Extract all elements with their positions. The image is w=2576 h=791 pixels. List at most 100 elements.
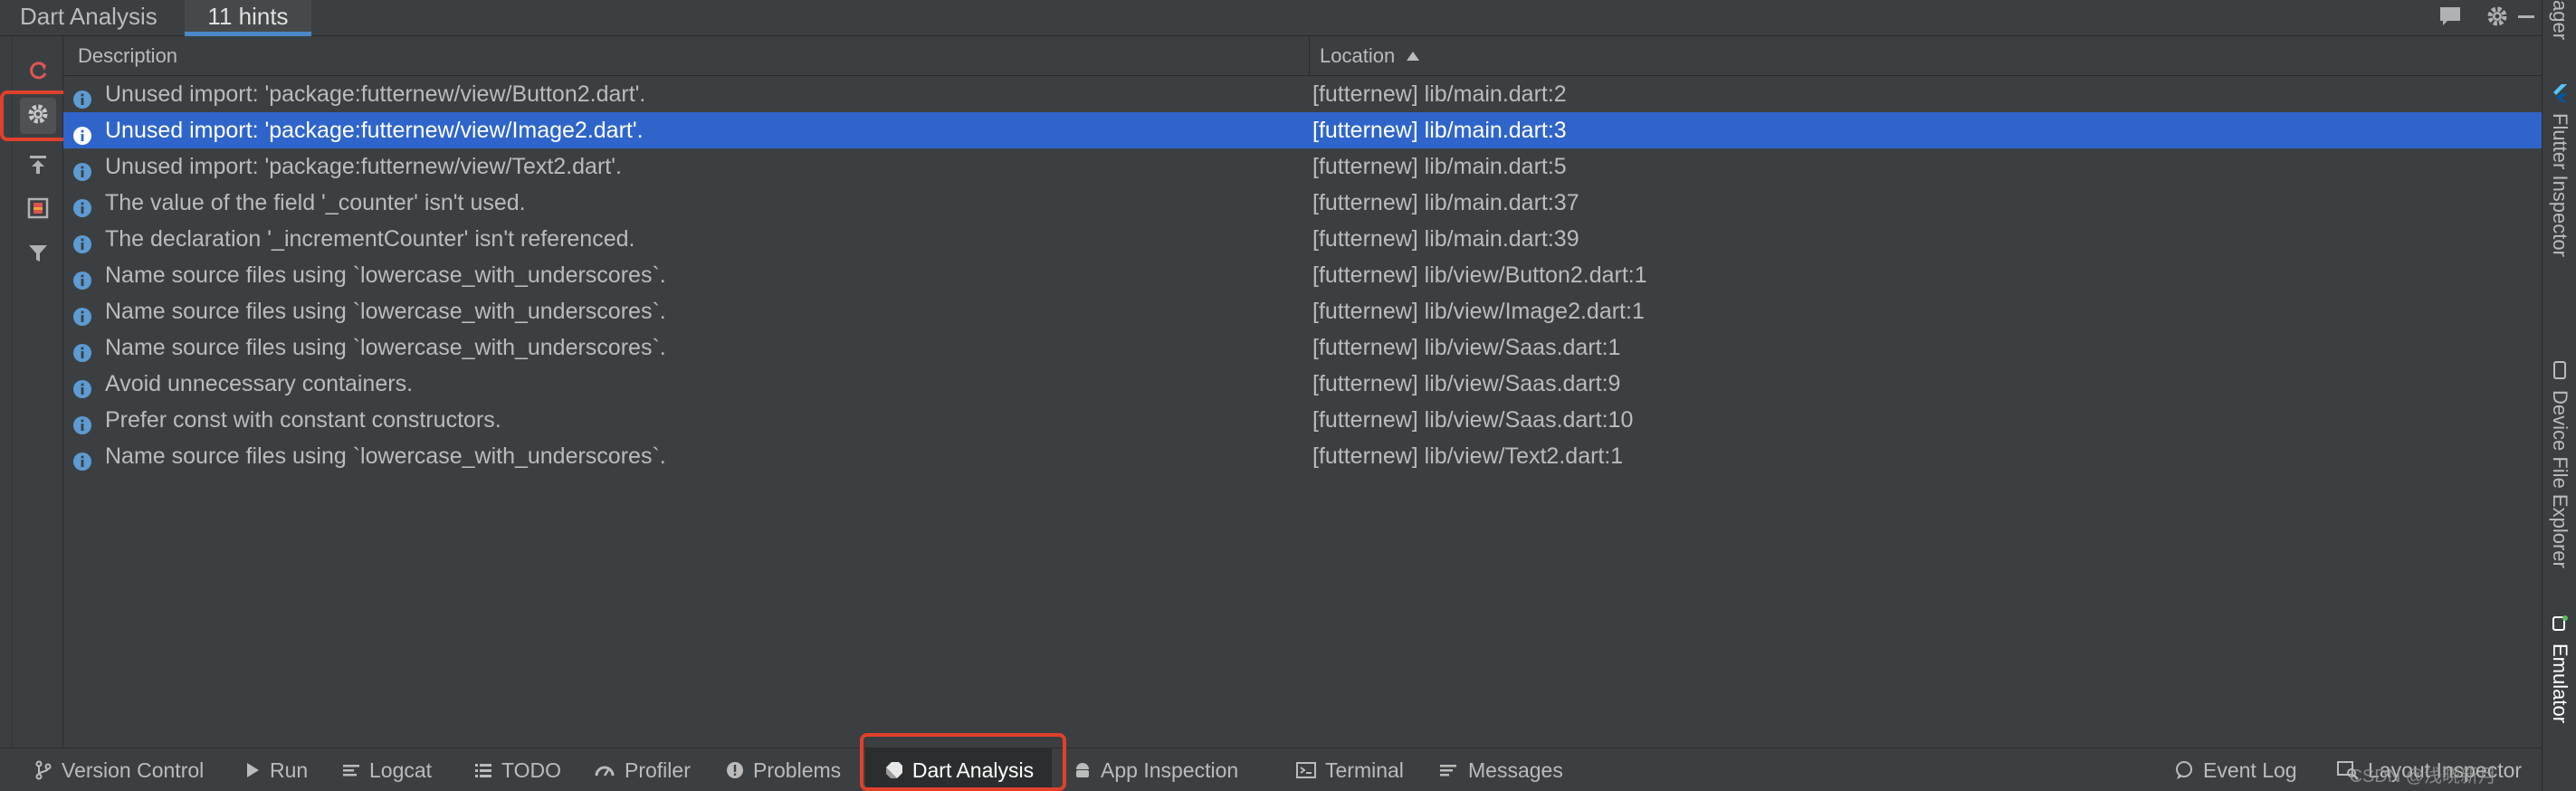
hint-location: [futternew] lib/main.dart:2 <box>1312 81 1567 107</box>
tab-messages[interactable]: Messages <box>1439 748 1563 791</box>
messages-label: Messages <box>1468 758 1563 782</box>
table-body: Unused import: 'package:futternew/view/B… <box>63 76 2542 474</box>
info-icon <box>72 338 92 362</box>
column-header-description[interactable]: Description <box>78 36 1309 76</box>
tab-dart-analysis[interactable]: Dart Analysis <box>865 748 1052 791</box>
emulator-icon <box>2551 614 2569 638</box>
tab-device-manager[interactable]: ager <box>2543 0 2576 40</box>
hint-location: [futternew] lib/view/Saas.dart:1 <box>1312 335 1621 360</box>
table-row[interactable]: Name source files using `lowercase_with_… <box>63 329 2542 366</box>
hint-description: The value of the field '_counter' isn't … <box>105 190 526 215</box>
tab-emulator[interactable]: Emulator <box>2543 614 2576 723</box>
pin-icon <box>26 153 50 181</box>
flutter-icon <box>2551 83 2569 108</box>
device-manager-label: ager <box>2549 0 2571 41</box>
version-control-label: Version Control <box>62 758 205 782</box>
filter-button[interactable] <box>20 237 56 273</box>
table-row[interactable]: The value of the field '_counter' isn't … <box>63 185 2542 221</box>
watermark: CSDN @浅晓新月 <box>2349 767 2496 786</box>
tab-run[interactable]: Run <box>244 748 308 791</box>
gauge-icon <box>595 766 615 777</box>
sort-ascending-icon <box>1406 51 1420 62</box>
location-header-label: Location <box>1320 44 1396 67</box>
info-icon <box>72 120 92 145</box>
flutter-inspector-label: Flutter Inspector <box>2549 113 2571 257</box>
tool-window-title: Dart Analysis <box>20 3 157 30</box>
info-icon <box>72 410 92 434</box>
column-divider[interactable] <box>1309 36 1310 76</box>
left-edge-strip <box>0 36 13 748</box>
column-header-location[interactable]: Location <box>1320 36 1953 76</box>
tab-logcat[interactable]: Logcat <box>342 748 432 791</box>
hint-location: [futternew] lib/view/Saas.dart:9 <box>1312 371 1621 396</box>
tab-profiler[interactable]: Profiler <box>594 748 691 791</box>
table-row[interactable]: Unused import: 'package:futternew/view/I… <box>63 112 2542 148</box>
hint-description: Name source files using `lowercase_with_… <box>105 262 666 288</box>
info-icon <box>72 374 92 398</box>
event-log-label: Event Log <box>2203 758 2297 782</box>
tab-todo[interactable]: TODO <box>474 748 561 791</box>
tab-app-inspection[interactable]: App Inspection <box>1073 748 1238 791</box>
info-icon <box>72 157 92 181</box>
hint-description: Unused import: 'package:futternew/view/B… <box>105 81 646 107</box>
tab-terminal[interactable]: Terminal <box>1296 748 1404 791</box>
messages-icon <box>1440 765 1456 777</box>
hint-description: Unused import: 'package:futternew/view/T… <box>105 154 622 179</box>
list-icon <box>475 764 491 777</box>
table-row[interactable]: Name source files using `lowercase_with_… <box>63 438 2542 474</box>
hint-location: [futternew] lib/view/Image2.dart:1 <box>1312 299 1645 324</box>
tab-device-file-explorer[interactable]: Device File Explorer <box>2543 360 2576 568</box>
hint-location: [futternew] lib/view/Button2.dart:1 <box>1312 262 1647 288</box>
tab-version-control[interactable]: Version Control <box>34 748 204 791</box>
hint-description: Name source files using `lowercase_with_… <box>105 335 666 360</box>
gear-icon[interactable] <box>2482 0 2513 33</box>
tab-event-log[interactable]: Event Log <box>2174 748 2297 791</box>
table-row[interactable]: Unused import: 'package:futternew/view/B… <box>63 76 2542 112</box>
hint-location: [futternew] lib/main.dart:39 <box>1312 226 1579 252</box>
hint-description: The declaration '_incrementCounter' isn'… <box>105 226 635 252</box>
dart-icon <box>885 762 902 778</box>
table-row[interactable]: Prefer const with constant constructors.… <box>63 402 2542 438</box>
preview-button[interactable] <box>20 192 56 228</box>
table-row[interactable]: Unused import: 'package:futternew/view/T… <box>63 148 2542 185</box>
comment-icon[interactable] <box>2435 0 2466 33</box>
info-icon <box>72 84 92 109</box>
tab-hints[interactable]: 11 hints <box>185 0 311 36</box>
dart-analysis-label: Dart Analysis <box>911 758 1035 782</box>
branch-icon <box>35 760 52 780</box>
run-icon <box>247 763 259 777</box>
preview-icon <box>26 196 50 224</box>
export-button[interactable] <box>20 148 56 185</box>
info-icon <box>72 193 92 217</box>
hint-description: Avoid unnecessary containers. <box>105 371 414 396</box>
problems-label: Problems <box>753 758 842 782</box>
settings-button[interactable] <box>20 98 56 134</box>
info-icon <box>72 229 92 253</box>
hint-location: [futternew] lib/main.dart:3 <box>1312 118 1567 143</box>
tab-problems[interactable]: Problems <box>726 748 841 791</box>
terminal-icon <box>1296 762 1316 778</box>
logcat-icon <box>343 765 359 777</box>
info-icon <box>72 265 92 290</box>
hint-description: Name source files using `lowercase_with_… <box>105 443 666 469</box>
info-icon <box>72 446 92 471</box>
refresh-button[interactable] <box>20 54 56 91</box>
hint-location: [futternew] lib/main.dart:37 <box>1312 190 1579 215</box>
emulator-label: Emulator <box>2549 643 2571 724</box>
table-row[interactable]: Name source files using `lowercase_with_… <box>63 257 2542 293</box>
terminal-label: Terminal <box>1325 758 1404 782</box>
app-inspection-label: App Inspection <box>1101 758 1239 782</box>
table-row[interactable]: The declaration '_incrementCounter' isn'… <box>63 221 2542 257</box>
hint-description: Unused import: 'package:futternew/view/I… <box>105 118 644 143</box>
bottom-tool-bar: Version Control Run Logcat TODO Profiler… <box>0 748 2542 791</box>
minimize-icon[interactable] <box>2513 0 2540 33</box>
table-row[interactable]: Name source files using `lowercase_with_… <box>63 293 2542 329</box>
logcat-label: Logcat <box>369 758 433 782</box>
table-header: Description Location <box>63 36 2542 76</box>
info-icon <box>72 301 92 326</box>
hint-description: Name source files using `lowercase_with_… <box>105 299 666 324</box>
filter-icon <box>26 242 50 270</box>
table-row[interactable]: Avoid unnecessary containers. [futternew]… <box>63 366 2542 402</box>
right-tool-window-bar: ager Flutter Inspector Device File Explo… <box>2542 0 2576 791</box>
tab-flutter-inspector[interactable]: Flutter Inspector <box>2543 83 2576 257</box>
